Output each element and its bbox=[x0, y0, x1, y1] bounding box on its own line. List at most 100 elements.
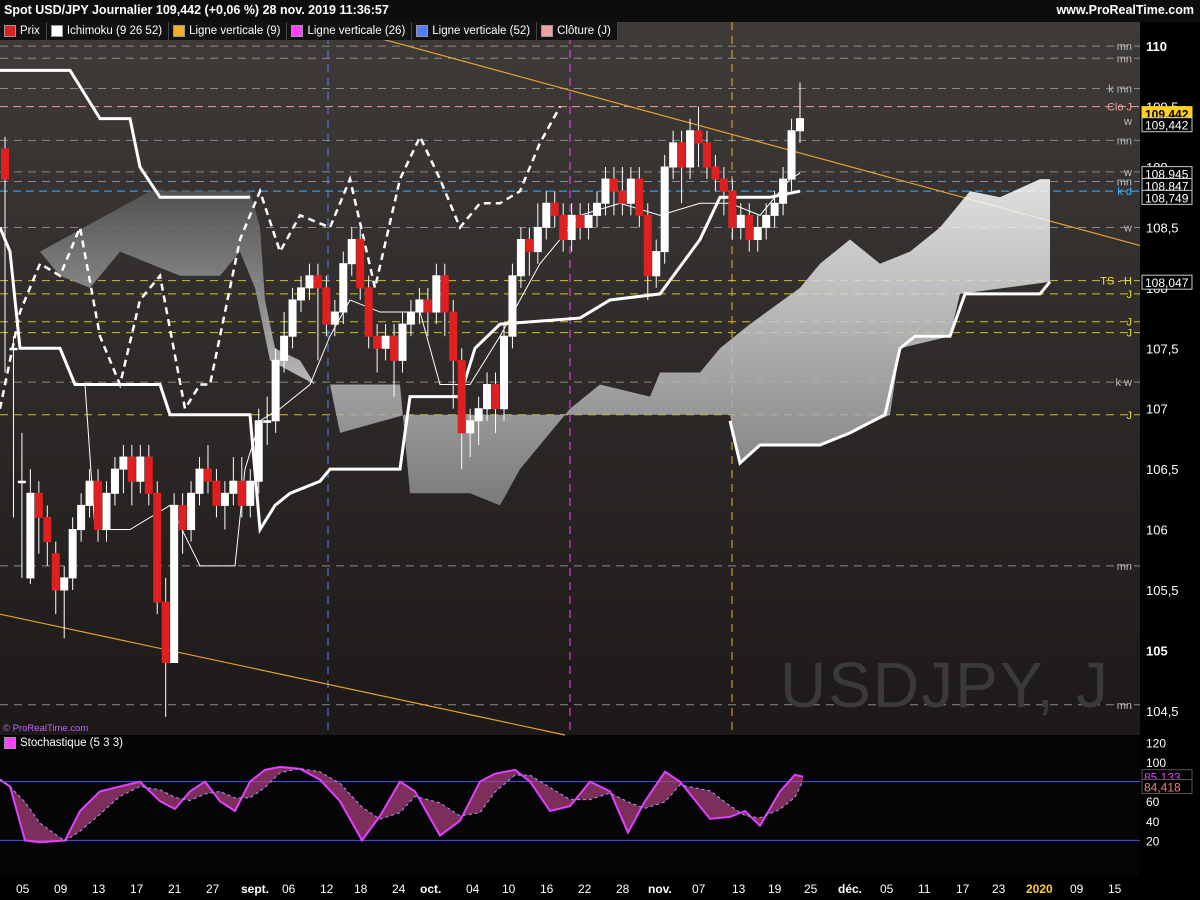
side-mark: mn bbox=[1117, 135, 1132, 147]
candle bbox=[187, 492, 196, 531]
legend-swatch bbox=[50, 25, 63, 37]
candle bbox=[753, 226, 762, 241]
candle bbox=[110, 468, 119, 494]
time-axis-label: 05 bbox=[880, 882, 894, 896]
candle bbox=[796, 118, 804, 132]
candle bbox=[68, 529, 77, 579]
chart-header: Spot USD/JPY Journalier 109,442 (+0,06 %… bbox=[0, 0, 1200, 22]
time-axis-label: 10 bbox=[502, 882, 516, 896]
side-mark: J bbox=[1127, 410, 1133, 422]
legend-item-5[interactable]: Clôture (J) bbox=[537, 22, 618, 40]
stochastic-axis-tick: 120 bbox=[1146, 736, 1166, 750]
candle bbox=[635, 178, 644, 216]
candle bbox=[127, 456, 136, 482]
candle bbox=[9, 347, 18, 351]
candle bbox=[119, 456, 128, 470]
candle bbox=[719, 178, 728, 192]
legend-swatch bbox=[4, 25, 16, 37]
price-axis-tick: 110 bbox=[1146, 39, 1167, 54]
candle bbox=[330, 311, 339, 325]
candle bbox=[491, 384, 500, 410]
time-axis-label: 2020 bbox=[1026, 882, 1053, 896]
candle bbox=[34, 492, 43, 518]
time-axis-label: 17 bbox=[130, 882, 144, 896]
legend-label: Ligne verticale (9) bbox=[189, 25, 281, 37]
candle bbox=[584, 214, 593, 228]
candle bbox=[263, 420, 272, 423]
candle bbox=[60, 577, 69, 591]
legend-swatch bbox=[416, 25, 429, 37]
candle bbox=[593, 202, 602, 216]
copyright-text[interactable]: © ProRealTime.com bbox=[3, 723, 88, 734]
candle bbox=[280, 335, 289, 361]
candle bbox=[43, 516, 52, 543]
stochastic-legend[interactable]: Stochastique (5 3 3) bbox=[4, 737, 123, 749]
candle bbox=[288, 299, 297, 337]
price-axis-tick: 107,5 bbox=[1146, 341, 1179, 356]
time-axis-label: 18 bbox=[354, 882, 368, 896]
time-axis-label: 21 bbox=[168, 882, 182, 896]
candle bbox=[576, 214, 585, 228]
time-axis-label: sept. bbox=[241, 882, 269, 896]
candle bbox=[626, 178, 635, 204]
price-axis-tick: 107 bbox=[1146, 402, 1168, 417]
stochastic-label: Stochastique (5 3 3) bbox=[20, 737, 123, 749]
candle bbox=[212, 480, 221, 506]
candle bbox=[153, 492, 162, 603]
side-mark: w bbox=[1123, 116, 1132, 128]
candle bbox=[178, 504, 187, 531]
price-label: 108,047 bbox=[1145, 276, 1189, 290]
side-mark: k mn bbox=[1108, 83, 1132, 95]
time-axis-label: 25 bbox=[804, 882, 818, 896]
candle bbox=[144, 456, 153, 494]
candle bbox=[609, 178, 618, 192]
legend-label: Ligne verticale (26) bbox=[307, 25, 406, 37]
candle bbox=[170, 504, 179, 663]
price-label: 109,442 bbox=[1145, 119, 1189, 133]
legend-item-1[interactable]: Ichimoku (9 26 52) bbox=[47, 22, 170, 40]
candle bbox=[246, 480, 255, 506]
legend-label: Ichimoku (9 26 52) bbox=[66, 25, 163, 37]
side-mark: mn bbox=[1117, 41, 1132, 53]
stochastic-axis-tick: 40 bbox=[1146, 815, 1160, 829]
candle bbox=[618, 190, 627, 204]
candle bbox=[297, 287, 306, 301]
candle bbox=[669, 142, 678, 168]
candle bbox=[136, 456, 145, 482]
time-axis-label: 15 bbox=[1108, 882, 1122, 896]
time-axis-label: 19 bbox=[768, 882, 782, 896]
legend-item-2[interactable]: Ligne verticale (9) bbox=[169, 22, 288, 40]
candle bbox=[195, 468, 204, 494]
candle bbox=[449, 311, 458, 361]
candle bbox=[770, 202, 779, 216]
candle bbox=[322, 287, 331, 325]
stochastic-axis-tick: 100 bbox=[1146, 756, 1166, 770]
side-mark: J bbox=[1127, 289, 1133, 301]
candle bbox=[237, 480, 246, 506]
legend-label: Prix bbox=[20, 25, 40, 37]
legend-item-4[interactable]: Ligne verticale (52) bbox=[412, 22, 538, 40]
legend-item-0[interactable]: Prix bbox=[0, 22, 47, 40]
site-link[interactable]: www.ProRealTime.com bbox=[1056, 3, 1194, 17]
candle bbox=[161, 601, 170, 663]
candle bbox=[466, 420, 475, 434]
price-axis-tick: 104,5 bbox=[1146, 704, 1179, 719]
candle bbox=[77, 504, 86, 531]
candle bbox=[652, 251, 661, 277]
time-axis-label: 17 bbox=[956, 882, 970, 896]
symbol-watermark: USDJPY, J bbox=[780, 649, 1110, 721]
candle bbox=[533, 226, 542, 253]
legend-item-3[interactable]: Ligne verticale (26) bbox=[287, 22, 413, 40]
candle bbox=[694, 130, 703, 144]
side-mark: Clo J bbox=[1107, 102, 1132, 114]
candle bbox=[728, 190, 737, 228]
side-mark: mn bbox=[1117, 700, 1132, 712]
price-chart[interactable]: 110109,5109108,5108107,5107106,5106105,5… bbox=[0, 0, 1200, 900]
candle bbox=[17, 480, 26, 484]
time-axis-label: 06 bbox=[282, 882, 296, 896]
legend-label: Clôture (J) bbox=[557, 25, 611, 37]
candle bbox=[542, 202, 551, 228]
candle bbox=[457, 359, 466, 434]
legend-swatch bbox=[291, 25, 304, 37]
candle bbox=[745, 214, 754, 241]
